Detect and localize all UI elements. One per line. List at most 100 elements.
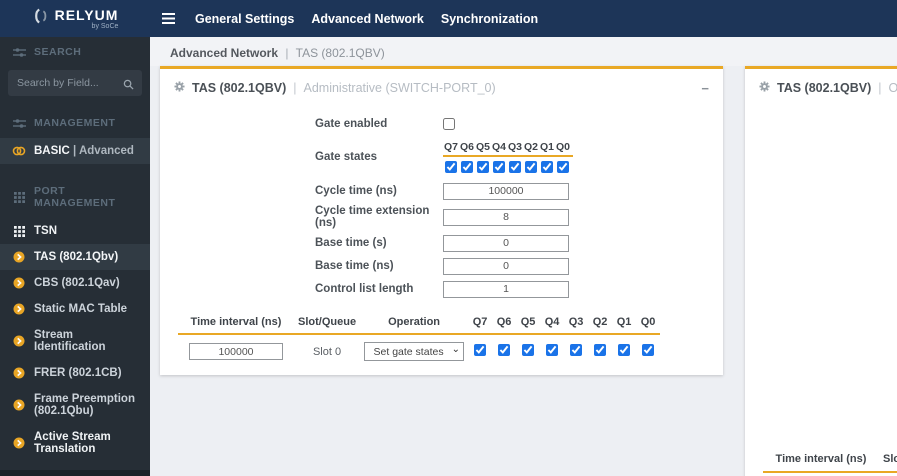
row-q1-checkbox[interactable] [618, 344, 631, 356]
col-header-q5: Q5 [516, 314, 541, 335]
schedule-table: Time interval (ns) Slot/Queue Operation … [178, 314, 661, 363]
col-header-q2: Q2 [588, 314, 613, 335]
sidebar-item-label: TAS (802.1Qbv) [34, 251, 119, 263]
sidebar-section-label: MANAGEMENT [34, 117, 116, 129]
menu-hamburger-icon[interactable] [162, 13, 175, 24]
tas-administrative-card: TAS (802.1QBV) | Administrative (SWITCH-… [160, 66, 723, 375]
tas-admin-form: Gate enabled Gate states Q7 Q6 Q5 Q4 Q3 … [160, 105, 723, 298]
sidebar-item-stream-identification[interactable]: Stream Identification [0, 322, 150, 360]
row-q5-checkbox[interactable] [522, 344, 535, 356]
cycle-time-extension-row: Cycle time extension (ns) [315, 205, 723, 229]
collapse-button[interactable]: − [701, 82, 709, 95]
search-icon[interactable] [123, 77, 134, 95]
queue-label: Q6 [459, 141, 474, 153]
brand-subtitle: by SoCe [91, 22, 119, 30]
row-q3-checkbox[interactable] [570, 344, 583, 356]
queue-label: Q0 [555, 141, 570, 153]
card-subtitle: Administrative (SWITCH-PORT_0) [303, 81, 496, 95]
card-header: TAS (802.1QBV) | Operative ( [745, 69, 897, 105]
search-box [8, 70, 142, 96]
sidebar-section-management: MANAGEMENT [0, 108, 150, 138]
base-time-s-input[interactable] [443, 234, 569, 252]
queue-header-row: Q7 Q6 Q5 Q4 Q3 Q2 Q1 Q0 [443, 141, 573, 157]
schedule-row: Slot 0 Set gate states ⌄ [178, 334, 660, 363]
sidebar-item-basic-advanced[interactable]: BASIC | Advanced [0, 138, 150, 164]
col-header-time-interval: Time interval (ns) [763, 451, 879, 473]
main-content: Advanced Network | TAS (802.1QBV) TAS (8… [150, 37, 897, 476]
gate-state-q1-checkbox[interactable] [541, 161, 553, 173]
queue-label: Q2 [523, 141, 538, 153]
breadcrumb-section: Advanced Network [170, 46, 279, 60]
row-q2-checkbox[interactable] [594, 344, 607, 356]
sidebar-item-label: FRER (802.1CB) [34, 367, 122, 379]
sliders-icon [12, 47, 26, 58]
sidebar: SEARCH MANAGEMENT BASIC | Advanced PORT … [0, 37, 150, 476]
arrow-circle-icon [12, 303, 26, 315]
queue-label: Q5 [475, 141, 490, 153]
gate-states-label: Gate states [315, 151, 378, 163]
row-q0-checkbox[interactable] [642, 344, 655, 356]
control-list-length-label: Control list length [315, 283, 414, 295]
nav-advanced-network[interactable]: Advanced Network [311, 12, 424, 26]
queue-label: Q3 [507, 141, 522, 153]
gate-state-q0-checkbox[interactable] [557, 161, 569, 173]
row-time-interval-input[interactable] [189, 343, 283, 360]
gate-state-q2-checkbox[interactable] [525, 161, 537, 173]
base-time-ns-row: Base time (ns) [315, 257, 723, 275]
row-q4-checkbox[interactable] [546, 344, 559, 356]
sidebar-item-label: Static MAC Table [34, 303, 128, 315]
card-subtitle: Operative ( [888, 81, 897, 95]
logo-icon [32, 7, 52, 30]
col-header-q3: Q3 [564, 314, 589, 335]
arrow-circle-icon [12, 399, 26, 411]
row-q6-checkbox[interactable] [498, 344, 511, 356]
cycle-time-input[interactable] [443, 182, 569, 200]
sidebar-item-active-stream-translation[interactable]: Active Stream Translation [0, 424, 150, 462]
card-title: TAS (802.1QBV) [777, 81, 872, 95]
gate-states-row: Gate states Q7 Q6 Q5 Q4 Q3 Q2 Q1 Q0 [315, 141, 723, 173]
control-list-length-input[interactable] [443, 280, 569, 298]
gate-state-q7-checkbox[interactable] [445, 161, 457, 173]
base-time-s-row: Base time (s) [315, 234, 723, 252]
sliders-icon [12, 118, 26, 129]
row-q7-checkbox[interactable] [474, 344, 487, 356]
sidebar-item-tsn[interactable]: TSN [0, 218, 150, 244]
cycle-time-label: Cycle time (ns) [315, 185, 397, 197]
logo[interactable]: RELYUM by SoCe [0, 0, 150, 37]
sidebar-item-label: CBS (802.1Qav) [34, 277, 120, 289]
sidebar-item-label: BASIC [34, 145, 70, 157]
sidebar-item-frame-preemption[interactable]: Frame Preemption (802.1Qbu) [0, 386, 150, 424]
base-time-ns-label: Base time (ns) [315, 260, 394, 272]
col-header-q4: Q4 [540, 314, 565, 335]
gate-enabled-checkbox[interactable] [443, 118, 455, 130]
gate-state-q6-checkbox[interactable] [461, 161, 473, 173]
sidebar-item-cbs[interactable]: CBS (802.1Qav) [0, 270, 150, 296]
sidebar-item-frer[interactable]: FRER (802.1CB) [0, 360, 150, 386]
sidebar-item-tas[interactable]: TAS (802.1Qbv) [0, 244, 150, 270]
sidebar-item-label: Frame Preemption (802.1Qbu) [34, 393, 135, 417]
brand-name: RELYUM [54, 6, 119, 23]
sidebar-section-label: SEARCH [34, 46, 82, 58]
gate-state-q5-checkbox[interactable] [477, 161, 489, 173]
base-time-ns-input[interactable] [443, 257, 569, 275]
gate-state-q3-checkbox[interactable] [509, 161, 521, 173]
sidebar-section-port-management[interactable]: PORT MANAGEMENT [0, 176, 150, 218]
sidebar-item-label: Active Stream Translation [34, 431, 111, 455]
nav-synchronization[interactable]: Synchronization [441, 12, 538, 26]
arrow-circle-icon [12, 251, 26, 263]
operation-select[interactable]: Set gate states [364, 342, 465, 361]
cycle-time-extension-label: Cycle time extension (ns) [315, 205, 430, 229]
cycle-time-row: Cycle time (ns) [315, 182, 723, 200]
gate-state-q4-checkbox[interactable] [493, 161, 505, 173]
sidebar-item-static-mac-table[interactable]: Static MAC Table [0, 296, 150, 322]
rings-icon [12, 145, 26, 157]
gate-enabled-label: Gate enabled [315, 118, 388, 130]
queue-label: Q4 [491, 141, 506, 153]
tas-operative-card: TAS (802.1QBV) | Operative ( Time interv… [745, 66, 897, 476]
col-header-slot-queue: Slot/Queue [294, 314, 361, 335]
search-input[interactable] [8, 70, 142, 96]
cycle-time-extension-input[interactable] [443, 208, 569, 226]
topbar: RELYUM by SoCe General Settings Advanced… [0, 0, 897, 37]
col-header-q0: Q0 [636, 314, 661, 335]
nav-general-settings[interactable]: General Settings [195, 12, 294, 26]
